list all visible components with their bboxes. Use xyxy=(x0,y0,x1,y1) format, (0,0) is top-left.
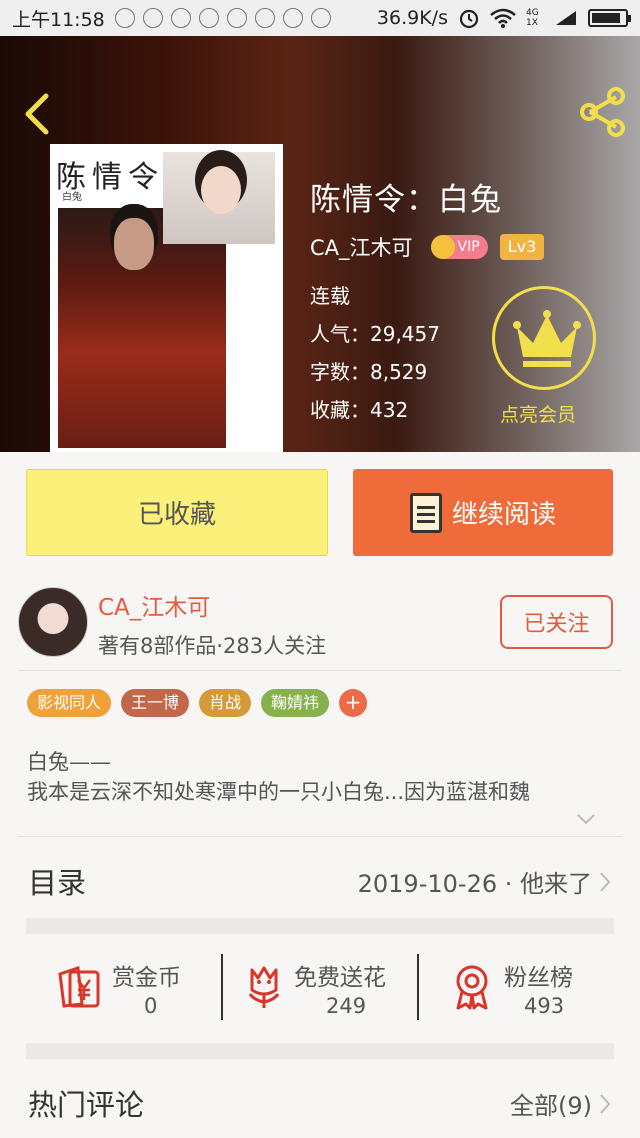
member-label[interactable]: 点亮会员 xyxy=(500,400,576,427)
divider xyxy=(18,836,622,837)
reward-coins[interactable]: 赏金币 0 xyxy=(26,950,222,1050)
book-status: 连载 xyxy=(310,284,350,308)
reward-stats: 赏金币 0 免费送花 249 粉丝榜 493 xyxy=(26,950,614,1050)
crown-icon xyxy=(430,235,455,259)
favorited-button[interactable]: 已收藏 xyxy=(26,469,328,556)
status-time: 上午11:58 xyxy=(12,8,105,31)
author-meta: 著有8部作品·283人关注 xyxy=(98,634,327,658)
battery-icon xyxy=(588,9,631,27)
book-word-count: 字数：8,529 xyxy=(310,360,428,384)
net-speed: 36.9K/s xyxy=(376,7,448,29)
chevron-down-icon[interactable] xyxy=(576,812,596,826)
description-line: 我本是云深不知处寒潭中的一只小白兔...因为蓝湛和魏 xyxy=(27,780,531,804)
add-tag-button[interactable]: + xyxy=(339,689,368,717)
stat-label: 赏金币 xyxy=(112,965,181,991)
tag[interactable]: 鞠婧祎 xyxy=(261,689,330,717)
share-button[interactable] xyxy=(578,86,628,138)
stat-label: 免费送花 xyxy=(294,965,386,991)
chevron-right-icon xyxy=(600,871,611,892)
notification-icons xyxy=(114,8,331,28)
stat-value: 249 xyxy=(326,994,367,1018)
continue-reading-button[interactable]: 继续阅读 xyxy=(353,469,613,556)
notification-icon xyxy=(170,8,191,28)
author-row: CA_江木可 VIP Lv3 xyxy=(310,232,545,262)
book-favorites: 收藏：432 xyxy=(310,398,409,422)
book-author[interactable]: CA_江木可 xyxy=(310,232,413,262)
red-envelope-icon xyxy=(58,965,100,1008)
network-type: 4G 1X xyxy=(526,8,539,28)
medal-icon xyxy=(456,965,488,1010)
weibo-icon xyxy=(282,8,303,28)
book-icon xyxy=(409,492,442,533)
notification-icon xyxy=(142,8,163,28)
share-icon xyxy=(580,87,625,137)
cover-portrait xyxy=(163,152,275,244)
chevron-right-icon xyxy=(600,1093,611,1114)
alarm-icon xyxy=(459,9,479,29)
all-comments-link[interactable]: 全部(9) xyxy=(510,1086,612,1121)
cover-figure xyxy=(58,208,226,448)
tag[interactable]: 王一博 xyxy=(121,689,190,717)
catalog-latest[interactable]: 2019-10-26 · 他来了 xyxy=(358,864,612,899)
weibo-icon xyxy=(254,8,275,28)
stat-label: 粉丝榜 xyxy=(504,965,573,991)
fan-ranking[interactable]: 粉丝榜 493 xyxy=(418,950,614,1050)
chevron-left-icon xyxy=(25,93,49,135)
level-badge: Lv3 xyxy=(499,234,545,260)
section-divider xyxy=(26,1043,614,1059)
back-button[interactable] xyxy=(18,90,58,138)
wifi-icon xyxy=(490,8,516,28)
signal-icon xyxy=(556,11,576,25)
follow-button[interactable]: 已关注 xyxy=(500,595,613,649)
book-popularity: 人气：29,457 xyxy=(310,322,440,346)
cover-subtitle: 白兔 xyxy=(62,192,82,203)
author-name[interactable]: CA_江木可 xyxy=(98,588,210,622)
notification-icon xyxy=(114,8,135,28)
author-avatar[interactable] xyxy=(18,587,88,657)
stat-value: 493 xyxy=(524,994,565,1018)
member-button[interactable] xyxy=(492,286,596,390)
description-line: 白兔—— xyxy=(27,750,111,774)
crown-icon xyxy=(513,310,581,367)
book-cover[interactable]: 陈情令 白兔 xyxy=(50,144,283,452)
book-header: 陈情令 白兔 陈情令：白兔 CA_江木可 VIP Lv3 连载 人气：29,45… xyxy=(0,36,640,452)
notification-icon xyxy=(198,8,219,28)
notification-icon xyxy=(226,8,247,28)
book-title: 陈情令：白兔 xyxy=(310,182,502,218)
tag[interactable]: 肖战 xyxy=(199,689,252,717)
section-divider xyxy=(26,918,614,934)
tag-list: 影视同人 王一博 肖战 鞠婧祎 + xyxy=(27,689,368,717)
vip-badge: VIP xyxy=(430,235,488,259)
notification-icon xyxy=(310,8,331,28)
free-flowers[interactable]: 免费送花 249 xyxy=(222,950,418,1050)
flower-icon xyxy=(248,966,280,1008)
hot-comments-label: 热门评论 xyxy=(28,1088,145,1122)
divider xyxy=(18,670,622,671)
catalog-label[interactable]: 目录 xyxy=(28,860,86,902)
stat-value: 0 xyxy=(144,994,158,1018)
tag[interactable]: 影视同人 xyxy=(27,689,112,717)
status-bar: 上午11:58 36.9K/s 4G 1X xyxy=(0,0,640,36)
